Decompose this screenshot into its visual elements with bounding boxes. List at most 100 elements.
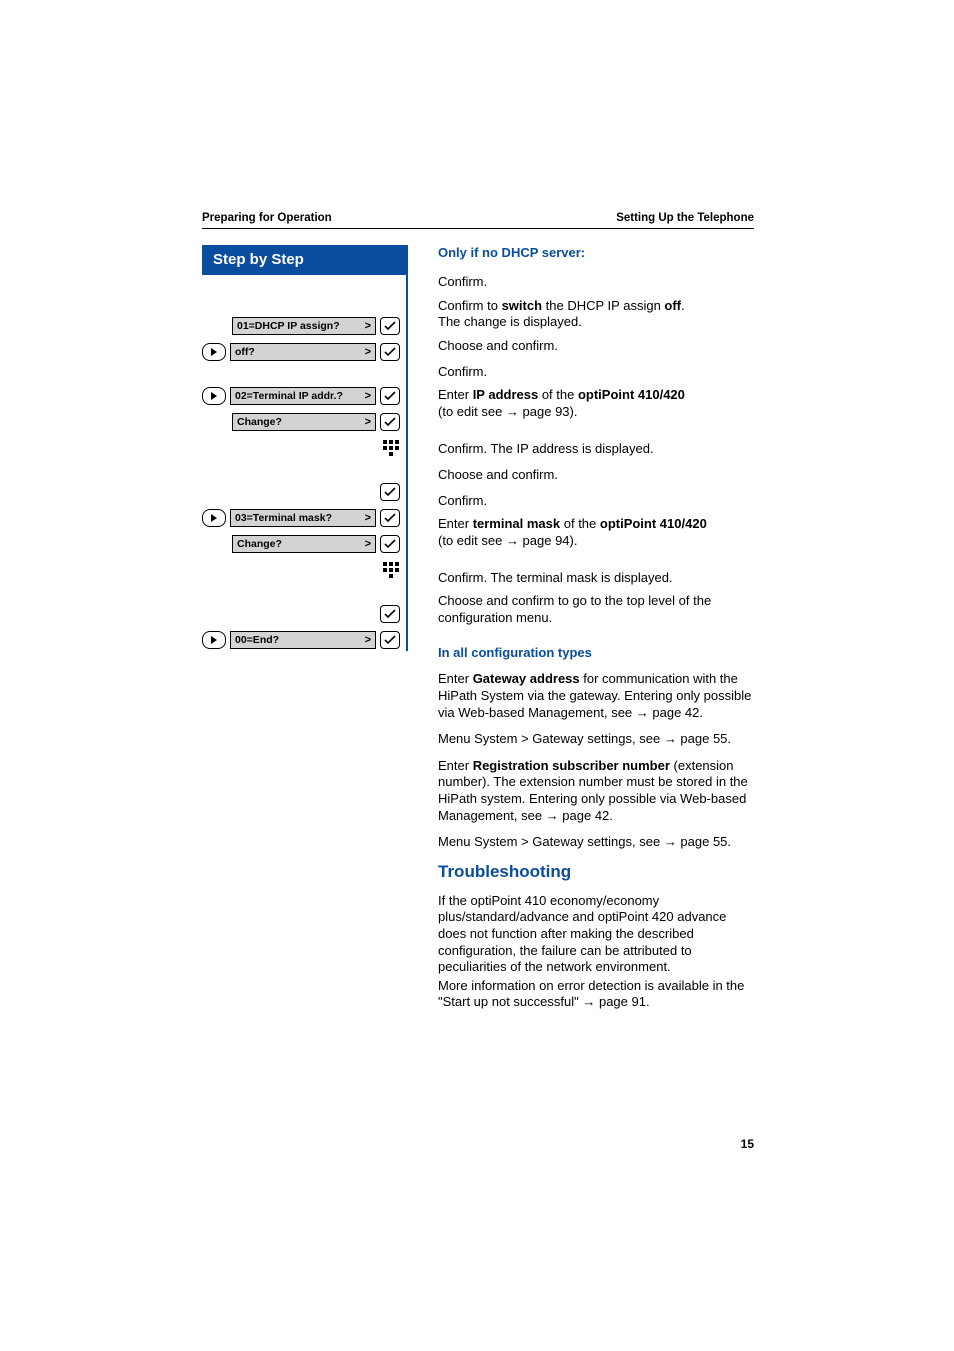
confirm-button-icon[interactable] xyxy=(380,605,400,623)
arrow-icon: → xyxy=(582,994,595,1009)
running-header: Preparing for Operation Setting Up the T… xyxy=(202,212,754,229)
text: Confirm. The IP address is displayed. xyxy=(438,441,654,458)
lcd-dhcp-assign: 01=DHCP IP assign? > xyxy=(232,317,376,335)
text: Enter xyxy=(438,516,473,531)
text-bold: Gateway address xyxy=(473,671,580,686)
heading-troubleshooting: Troubleshooting xyxy=(438,861,754,883)
step-row-change-2: Change? > xyxy=(202,533,400,555)
text: page 55. xyxy=(677,834,731,849)
lcd-text: 00=End? xyxy=(235,634,279,646)
text-bold: terminal mask xyxy=(473,516,560,531)
page-number: 15 xyxy=(741,1137,754,1151)
text: Enter xyxy=(438,387,473,402)
text: Enter xyxy=(438,671,473,686)
text: page 42. xyxy=(559,808,613,823)
lcd-text: Change? xyxy=(237,538,282,550)
arrow-icon: → xyxy=(636,705,649,720)
text: page 42. xyxy=(649,705,703,720)
lcd-text: Change? xyxy=(237,416,282,428)
text: (to edit see xyxy=(438,404,506,419)
arrow-icon: → xyxy=(506,533,519,548)
left-column: Step by Step 01=DHCP IP assign? > xyxy=(202,245,408,1021)
lcd-gt: > xyxy=(365,390,371,402)
text: page 93). xyxy=(519,404,578,419)
confirm-button-icon[interactable] xyxy=(380,413,400,431)
lcd-gt: > xyxy=(365,512,371,524)
confirm-button-icon[interactable] xyxy=(380,483,400,501)
confirm-button-icon[interactable] xyxy=(380,535,400,553)
lcd-gt: > xyxy=(365,416,371,428)
heading-all-config: In all configuration types xyxy=(438,645,754,662)
text: Confirm. xyxy=(438,493,487,510)
text: the DHCP IP assign xyxy=(542,298,664,313)
step-row-keypad-1 xyxy=(202,437,400,459)
text: Confirm. The terminal mask is displayed. xyxy=(438,570,673,587)
text: Choose and confirm. xyxy=(438,467,558,484)
header-left: Preparing for Operation xyxy=(202,212,332,224)
step-row-end: 00=End? > xyxy=(202,629,400,651)
nav-forward-icon[interactable] xyxy=(202,509,226,527)
step-row-off: off? > xyxy=(202,341,400,363)
paragraph-gateway: Enter Gateway address for communication … xyxy=(438,671,754,721)
text: . xyxy=(681,298,685,313)
arrow-icon: → xyxy=(664,834,677,849)
text: Choose and confirm. xyxy=(438,338,558,355)
text: Confirm. xyxy=(438,364,487,381)
text: page 91. xyxy=(595,994,649,1009)
heading-no-dhcp: Only if no DHCP server: xyxy=(438,245,754,262)
lcd-terminal-mask: 03=Terminal mask? > xyxy=(230,509,376,527)
confirm-button-icon[interactable] xyxy=(380,509,400,527)
text: Choose and confirm to go to the top leve… xyxy=(438,593,754,626)
nav-forward-icon[interactable] xyxy=(202,343,226,361)
lcd-gt: > xyxy=(365,634,371,646)
step-row-terminal-ip: 02=Terminal IP addr.? > xyxy=(202,385,400,407)
text: Confirm to xyxy=(438,298,502,313)
text-confirm: Confirm. xyxy=(438,274,487,291)
lcd-gt: > xyxy=(365,320,371,332)
text-bold: off xyxy=(664,298,681,313)
text-bold: optiPoint 410/420 xyxy=(578,387,685,402)
arrow-icon: → xyxy=(546,808,559,823)
lcd-off: off? > xyxy=(230,343,376,361)
text: of the xyxy=(560,516,600,531)
confirm-button-icon[interactable] xyxy=(380,631,400,649)
paragraph-registration: Enter Registration subscriber number (ex… xyxy=(438,758,754,825)
lcd-text: 03=Terminal mask? xyxy=(235,512,332,524)
text-bold: optiPoint 410/420 xyxy=(600,516,707,531)
lcd-text: 01=DHCP IP assign? xyxy=(237,320,340,332)
step-row-change-1: Change? > xyxy=(202,411,400,433)
paragraph-trouble-2: More information on error detection is a… xyxy=(438,978,754,1011)
nav-forward-icon[interactable] xyxy=(202,631,226,649)
step-row-confirm-only-2 xyxy=(202,603,400,625)
arrow-icon: → xyxy=(506,404,519,419)
lcd-terminal-ip: 02=Terminal IP addr.? > xyxy=(230,387,376,405)
lcd-end: 00=End? > xyxy=(230,631,376,649)
confirm-button-icon[interactable] xyxy=(380,343,400,361)
text: (to edit see xyxy=(438,533,506,548)
text: Menu System > Gateway settings, see xyxy=(438,731,664,746)
lcd-change: Change? > xyxy=(232,535,376,553)
right-column: Only if no DHCP server: Confirm. Confirm… xyxy=(438,245,754,1021)
keypad-icon xyxy=(382,561,400,579)
paragraph-trouble-1: If the optiPoint 410 economy/economy plu… xyxy=(438,893,754,976)
text-bold: Registration subscriber number xyxy=(473,758,670,773)
step-by-step-header: Step by Step xyxy=(202,245,408,275)
step-row-terminal-mask: 03=Terminal mask? > xyxy=(202,507,400,529)
text-bold: IP address xyxy=(473,387,539,402)
confirm-button-icon[interactable] xyxy=(380,317,400,335)
paragraph-menu-2: Menu System > Gateway settings, see → pa… xyxy=(438,834,754,851)
text: page 94). xyxy=(519,533,578,548)
nav-forward-icon[interactable] xyxy=(202,387,226,405)
text: The change is displayed. xyxy=(438,314,582,329)
paragraph-menu-1: Menu System > Gateway settings, see → pa… xyxy=(438,731,754,748)
step-row-keypad-2 xyxy=(202,559,400,581)
text: of the xyxy=(538,387,578,402)
confirm-button-icon[interactable] xyxy=(380,387,400,405)
header-right: Setting Up the Telephone xyxy=(616,212,754,224)
keypad-icon xyxy=(382,439,400,457)
step-row-confirm-only-1 xyxy=(202,481,400,503)
arrow-icon: → xyxy=(664,731,677,746)
lcd-text: off? xyxy=(235,346,255,358)
text-bold: switch xyxy=(502,298,542,313)
text: Enter xyxy=(438,758,473,773)
